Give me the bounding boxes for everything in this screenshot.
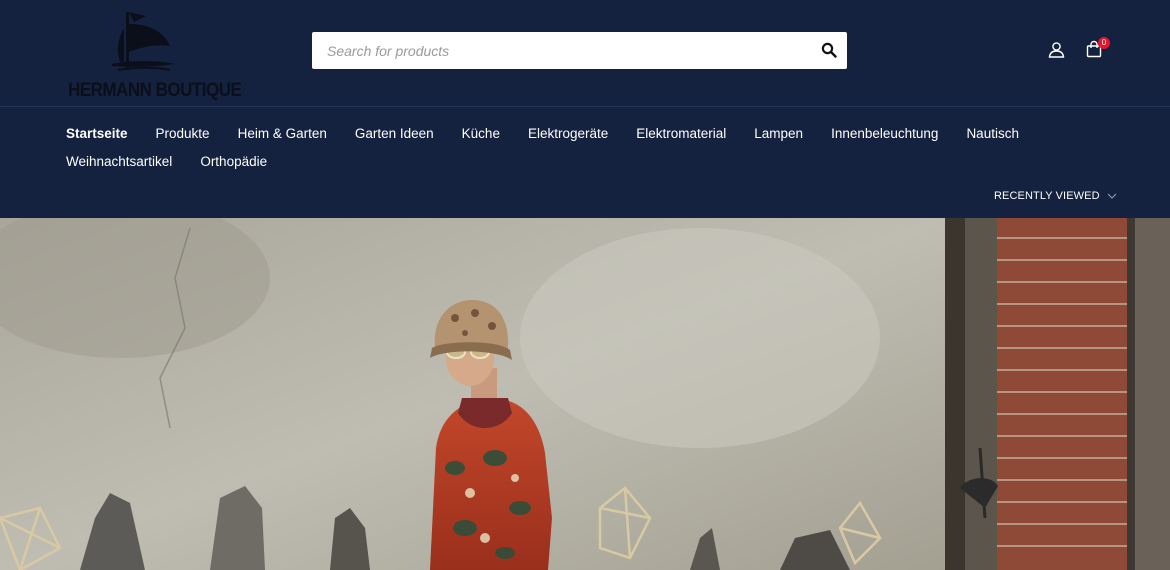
header-divider: [0, 106, 1170, 107]
nav-item-heim-garten[interactable]: Heim & Garten: [238, 126, 327, 141]
nav-item-orthopadie[interactable]: Orthopädie: [200, 154, 267, 169]
user-icon: [1048, 42, 1065, 58]
nav-item-elektromaterial[interactable]: Elektromaterial: [636, 126, 726, 141]
nav-row-2: Weihnachtsartikel Orthopädie: [66, 147, 1126, 175]
nav-item-innenbeleuchtung[interactable]: Innenbeleuchtung: [831, 126, 938, 141]
nav-item-lampen[interactable]: Lampen: [754, 126, 803, 141]
chevron-down-icon: [1107, 193, 1117, 199]
nav-row-1: Startseite Produkte Heim & Garten Garten…: [66, 119, 1126, 147]
search-button[interactable]: [821, 42, 837, 58]
search-icon: [821, 42, 837, 58]
nav-item-startseite[interactable]: Startseite: [66, 126, 128, 141]
nav-item-weihnachtsartikel[interactable]: Weihnachtsartikel: [66, 154, 172, 169]
nav-item-produkte[interactable]: Produkte: [156, 126, 210, 141]
hero-banner[interactable]: [0, 218, 1170, 570]
search-input[interactable]: [312, 32, 802, 69]
logo-text: HERMANN BOUTIQUE: [68, 78, 242, 101]
cart-count-badge: 0: [1098, 37, 1110, 49]
search-bar: [312, 32, 847, 69]
site-header: HERMANN BOUTIQUE 0 Startseite Produkte H: [0, 0, 1170, 218]
recently-viewed-label: RECENTLY VIEWED: [994, 190, 1100, 202]
recently-viewed-toggle[interactable]: RECENTLY VIEWED: [994, 190, 1117, 202]
fashion-model-photo: [0, 218, 1170, 570]
nav-item-kuche[interactable]: Küche: [462, 126, 500, 141]
nav-item-elektrogerate[interactable]: Elektrogeräte: [528, 126, 608, 141]
site-logo[interactable]: HERMANN BOUTIQUE: [62, 6, 242, 102]
nav-item-garten-ideen[interactable]: Garten Ideen: [355, 126, 434, 141]
main-navigation: Startseite Produkte Heim & Garten Garten…: [66, 119, 1126, 175]
account-button[interactable]: [1048, 41, 1065, 58]
nav-item-nautisch[interactable]: Nautisch: [966, 126, 1019, 141]
